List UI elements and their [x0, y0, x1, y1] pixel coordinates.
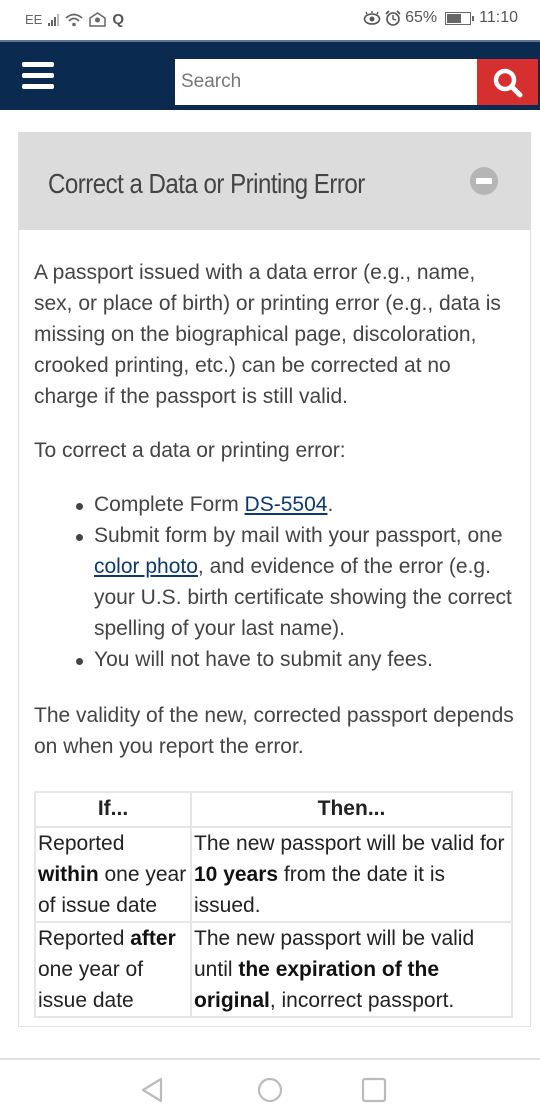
menu-button[interactable]: [22, 62, 54, 92]
ds-5504-link[interactable]: DS-5504: [245, 493, 328, 516]
accordion-title: Correct a Data or Printing Error: [48, 168, 365, 199]
menu-icon-bar: [22, 62, 54, 67]
carrier-label: EE: [25, 12, 43, 27]
status-bar: EE Q 65% 11:10: [0, 0, 540, 40]
color-photo-link[interactable]: color photo: [94, 555, 198, 578]
table-header-if: If...: [36, 793, 190, 826]
intro-paragraph: A passport issued with a data error (e.g…: [34, 261, 501, 408]
collapse-minus-icon[interactable]: [470, 167, 498, 195]
search-input[interactable]: [175, 59, 477, 105]
system-nav-bar: [0, 1058, 540, 1120]
table-header-row: If... Then...: [36, 793, 511, 826]
cell-text: one year of issue date: [38, 958, 144, 1012]
home-icon[interactable]: [257, 1076, 283, 1104]
table-header-then: Then...: [192, 793, 511, 826]
bullet-text: .: [327, 493, 334, 516]
list-item: Submit form by mail with your passport, …: [76, 520, 519, 644]
menu-icon-bar: [22, 73, 54, 78]
cell-text: Reported: [38, 927, 131, 950]
table-cell-then: The new passport will be valid until the…: [192, 923, 511, 1016]
list-item: Complete Form DS-5504.: [76, 489, 519, 520]
cell-bold-text: after: [130, 927, 176, 950]
bullet-text: You will not have to submit any fees.: [94, 648, 433, 671]
search-button[interactable]: [477, 59, 538, 105]
alarm-icon: [385, 10, 401, 26]
mail-icon: [89, 12, 107, 27]
signal-icon: [48, 13, 60, 26]
list-item: You will not have to submit any fees.: [76, 644, 519, 675]
table-row: Reported after one year of issue date Th…: [36, 923, 511, 1016]
steps-heading: To correct a data or printing error:: [34, 439, 346, 462]
q-app-icon: Q: [112, 11, 125, 28]
recents-icon[interactable]: [361, 1076, 387, 1104]
table-row: Reported within one year of issue date T…: [36, 828, 511, 921]
cell-bold-text: within: [38, 863, 99, 886]
table-cell-then: The new passport will be valid for 10 ye…: [192, 828, 511, 921]
eye-comfort-icon: [363, 11, 381, 25]
cell-text: , incorrect passport.: [269, 989, 455, 1012]
menu-icon-bar: [22, 84, 54, 89]
validity-paragraph: The validity of the new, corrected passp…: [34, 704, 514, 758]
wifi-icon: [65, 13, 83, 26]
validity-table: If... Then... Reported within one year o…: [34, 791, 513, 1018]
status-bar-right: 65% 11:10: [363, 9, 518, 27]
cell-bold-text: 10 years: [194, 863, 279, 886]
back-icon[interactable]: [139, 1076, 165, 1104]
status-bar-left: EE Q: [25, 11, 124, 28]
table-cell-if: Reported after one year of issue date: [36, 923, 190, 1016]
clock: 11:10: [479, 9, 518, 26]
search-icon: [493, 68, 523, 98]
bullet-text: Complete Form: [94, 493, 245, 516]
battery-percent: 65%: [405, 9, 438, 26]
table-cell-if: Reported within one year of issue date: [36, 828, 190, 921]
accordion-header[interactable]: Correct a Data or Printing Error: [19, 132, 531, 230]
battery-level-fill: [447, 13, 461, 23]
site-header: [0, 40, 540, 110]
steps-list: Complete Form DS-5504. Submit form by ma…: [76, 489, 519, 675]
cell-text: Reported: [38, 832, 125, 855]
bullet-text: Submit form by mail with your passport, …: [94, 524, 503, 547]
battery-icon: [445, 11, 475, 25]
cell-text: The new passport will be valid for: [194, 832, 505, 855]
